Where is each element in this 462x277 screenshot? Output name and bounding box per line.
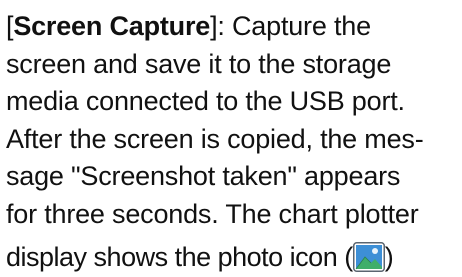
line-7: display shows the photo icon ( ) xyxy=(6,239,458,277)
line-7-close-paren: ) xyxy=(384,242,394,272)
photo-icon xyxy=(352,242,385,272)
term-screen-capture: Screen Capture xyxy=(13,11,211,41)
line-5: sage "Screenshot taken" appears xyxy=(6,161,401,191)
line-2: screen and save it to the storage xyxy=(6,48,392,79)
line-1-text: : Capture the xyxy=(217,11,371,41)
line-4: After the screen is copied, the mes- xyxy=(6,123,424,154)
line-3: media connected to the USB port. xyxy=(6,86,405,116)
line-7-text: display shows the photo icon ( xyxy=(6,242,353,272)
line-1: [Screen Capture]: Capture the xyxy=(6,8,458,46)
line-6: for three seconds. The chart plotter xyxy=(6,198,419,229)
screen-capture-description: [Screen Capture]: Capture the screen and… xyxy=(6,8,458,277)
